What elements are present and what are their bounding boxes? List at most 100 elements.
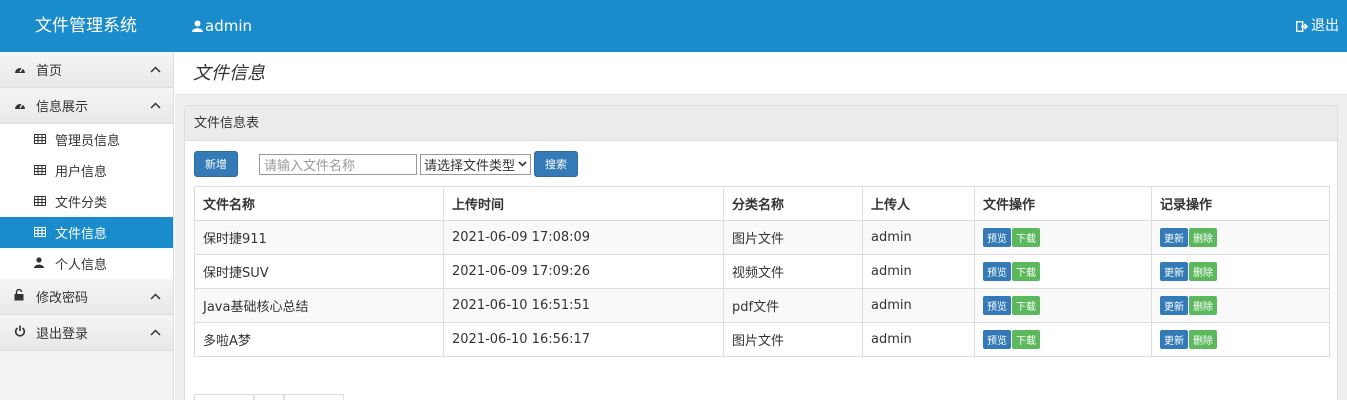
pagination-prev[interactable] [194, 394, 254, 400]
pagination-page[interactable] [254, 394, 284, 400]
file-actions-cell: 预览 下载 [974, 254, 1152, 289]
file-info-panel: 文件信息表 新增 请输入文件名称 请选择文件类型 搜索 文件名称 上传时间 分类… [184, 105, 1338, 400]
file-name-cell: Java基础核心总结 [194, 288, 444, 323]
user-name: admin [205, 17, 252, 35]
download-button[interactable]: 下载 [1012, 228, 1040, 247]
uploader-cell: admin [862, 220, 975, 255]
table-row: 保时捷SUV 2021-06-09 17:09:26 视频文件 admin 预览… [194, 254, 1330, 289]
sidebar-item-label: 用户信息 [55, 165, 108, 180]
file-name-cell: 保时捷911 [194, 220, 444, 255]
record-actions-cell: 更新 删除 [1151, 254, 1330, 289]
toolbar: 新增 请输入文件名称 请选择文件类型 搜索 [194, 151, 579, 177]
file-type-select[interactable]: 请选择文件类型 [420, 153, 532, 175]
sidebar-group-label: 首页 [36, 64, 63, 79]
pagination-next[interactable] [284, 394, 344, 400]
delete-button[interactable]: 删除 [1189, 296, 1217, 315]
sidebar-group-home[interactable]: 首页 [0, 52, 173, 88]
sign-out-icon [1296, 20, 1308, 32]
column-header: 上传人 [862, 186, 975, 221]
sidebar-group-label: 退出登录 [36, 327, 89, 342]
current-user: admin [192, 0, 252, 52]
preview-button[interactable]: 预览 [983, 262, 1011, 281]
update-button[interactable]: 更新 [1160, 228, 1188, 247]
category-cell: pdf文件 [723, 288, 863, 323]
download-button[interactable]: 下载 [1012, 296, 1040, 315]
sidebar-item-admin-info[interactable]: 管理员信息 [0, 124, 173, 155]
file-table: 文件名称 上传时间 分类名称 上传人 文件操作 记录操作 保时捷911 2021… [194, 186, 1330, 357]
record-actions-cell: 更新 删除 [1151, 220, 1330, 255]
preview-button[interactable]: 预览 [983, 296, 1011, 315]
delete-button[interactable]: 删除 [1189, 228, 1217, 247]
table-icon [34, 195, 48, 209]
sidebar-item-user-info[interactable]: 用户信息 [0, 155, 173, 186]
sidebar-group-label: 信息展示 [36, 100, 89, 115]
sidebar-group-logout[interactable]: 退出登录 [0, 315, 173, 351]
sidebar-item-label: 文件信息 [55, 227, 108, 242]
table-header-row: 文件名称 上传时间 分类名称 上传人 文件操作 记录操作 [194, 186, 1330, 221]
sidebar-group-info[interactable]: 信息展示 [0, 88, 173, 124]
user-icon [192, 20, 203, 32]
file-name-cell: 多啦A梦 [194, 322, 444, 357]
unlock-icon [14, 288, 28, 304]
table-icon [34, 133, 48, 147]
record-actions-cell: 更新 删除 [1151, 288, 1330, 323]
record-actions-cell: 更新 删除 [1151, 322, 1330, 357]
table-row: 保时捷911 2021-06-09 17:08:09 图片文件 admin 预览… [194, 220, 1330, 255]
upload-time-cell: 2021-06-10 16:51:51 [443, 288, 724, 323]
upload-time-cell: 2021-06-10 16:56:17 [443, 322, 724, 357]
chevron-up-icon [150, 290, 161, 303]
chevron-up-icon [150, 99, 161, 112]
add-button[interactable]: 新增 [194, 151, 238, 177]
chevron-up-icon [150, 326, 161, 339]
category-cell: 视频文件 [723, 254, 863, 289]
file-actions-cell: 预览 下载 [974, 220, 1152, 255]
sidebar: 首页 信息展示 管理员信息 用户信息 文件分类 文件信息 个人信息 修改密码 退… [0, 52, 174, 400]
column-header: 上传时间 [443, 186, 724, 221]
update-button[interactable]: 更新 [1160, 296, 1188, 315]
update-button[interactable]: 更新 [1160, 262, 1188, 281]
download-button[interactable]: 下载 [1012, 330, 1040, 349]
uploader-cell: admin [862, 254, 975, 289]
chevron-up-icon [150, 63, 161, 76]
category-cell: 图片文件 [723, 220, 863, 255]
sidebar-group-change-password[interactable]: 修改密码 [0, 279, 173, 315]
sidebar-item-label: 文件分类 [55, 196, 108, 211]
search-button[interactable]: 搜索 [534, 151, 579, 177]
table-icon [34, 164, 48, 178]
sidebar-item-label: 管理员信息 [55, 134, 121, 149]
logout-link[interactable]: 退出 [1296, 0, 1339, 52]
column-header: 文件操作 [974, 186, 1152, 221]
table-row: 多啦A梦 2021-06-10 16:56:17 图片文件 admin 预览 下载… [194, 322, 1330, 357]
page-title: 文件信息 [175, 52, 1347, 95]
upload-time-cell: 2021-06-09 17:09:26 [443, 254, 724, 289]
delete-button[interactable]: 删除 [1189, 262, 1217, 281]
file-actions-cell: 预览 下载 [974, 288, 1152, 323]
search-input[interactable]: 请输入文件名称 [259, 153, 417, 175]
file-name-cell: 保时捷SUV [194, 254, 444, 289]
user-icon [34, 256, 48, 271]
table-icon [34, 226, 48, 240]
panel-title: 文件信息表 [185, 106, 1337, 141]
file-actions-cell: 预览 下载 [974, 322, 1152, 357]
app-brand: 文件管理系统 [35, 16, 137, 36]
sidebar-group-label: 修改密码 [36, 291, 89, 306]
sidebar-item-file-category[interactable]: 文件分类 [0, 186, 173, 217]
column-header: 文件名称 [194, 186, 444, 221]
preview-button[interactable]: 预览 [983, 330, 1011, 349]
download-button[interactable]: 下载 [1012, 262, 1040, 281]
update-button[interactable]: 更新 [1160, 330, 1188, 349]
dashboard-icon [14, 63, 28, 77]
top-bar: 文件管理系统 admin 退出 [0, 0, 1347, 52]
sidebar-item-label: 个人信息 [55, 258, 108, 273]
preview-button[interactable]: 预览 [983, 228, 1011, 247]
file-type-select-value: 请选择文件类型 [424, 158, 516, 174]
power-icon [14, 325, 28, 340]
sidebar-item-file-info[interactable]: 文件信息 [0, 217, 173, 248]
content-area: 文件信息表 新增 请输入文件名称 请选择文件类型 搜索 文件名称 上传时间 分类… [175, 95, 1347, 400]
upload-time-cell: 2021-06-09 17:08:09 [443, 220, 724, 255]
uploader-cell: admin [862, 322, 975, 357]
pagination [194, 394, 344, 400]
sidebar-item-personal-info[interactable]: 个人信息 [0, 248, 173, 279]
delete-button[interactable]: 删除 [1189, 330, 1217, 349]
dashboard-icon [14, 99, 28, 113]
